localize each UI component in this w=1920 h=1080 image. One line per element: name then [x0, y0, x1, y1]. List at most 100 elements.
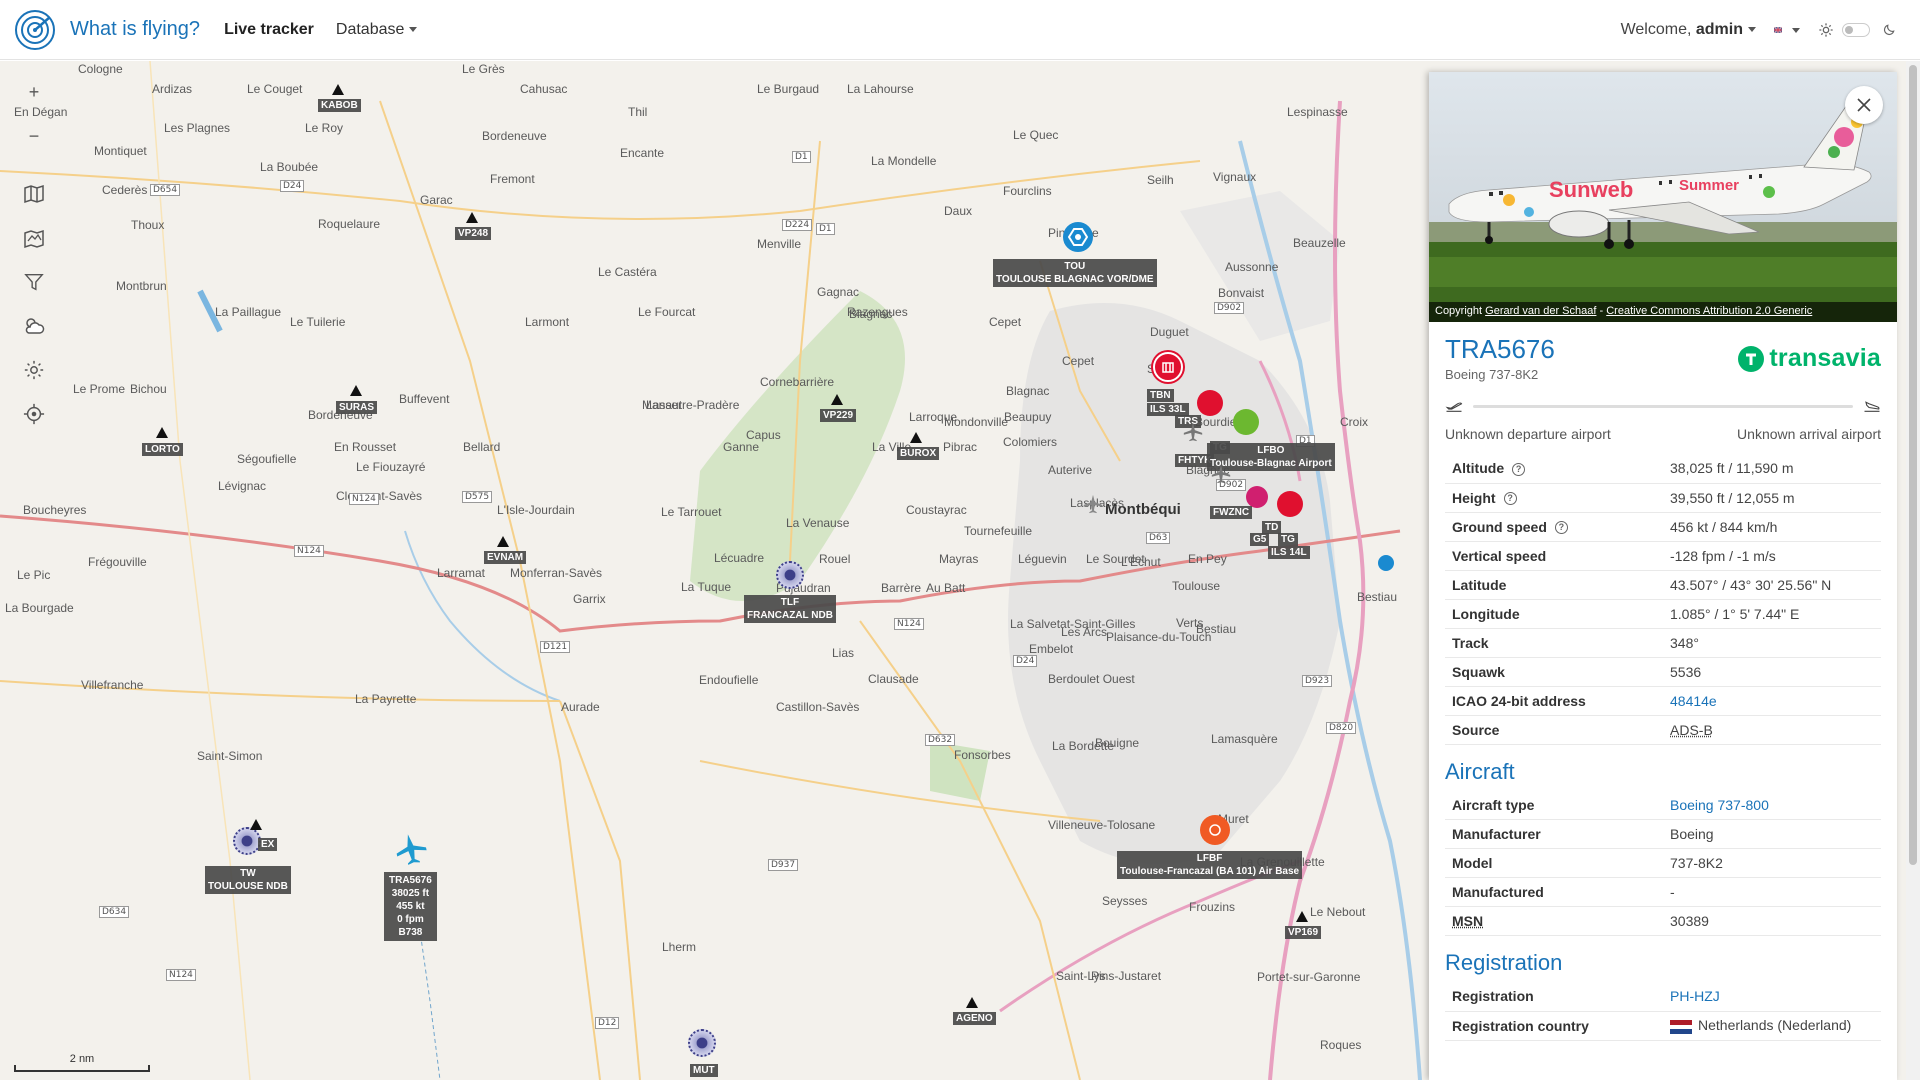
place-label: La Paillague	[215, 305, 282, 319]
place-label: Le Roy	[305, 121, 344, 135]
airbase-marker[interactable]	[1200, 815, 1230, 845]
waypoint-label: EVNAM	[484, 551, 527, 564]
map-settings-button[interactable]	[12, 348, 56, 392]
place-label: Saint-Lys	[1056, 969, 1106, 983]
help-icon[interactable]: ?	[1554, 521, 1568, 535]
icao-address-link[interactable]: 48414e	[1670, 693, 1717, 709]
ndb-marker[interactable]	[233, 827, 261, 855]
waypoint-marker[interactable]	[1296, 911, 1308, 922]
help-icon[interactable]: ?	[1512, 463, 1526, 477]
aircraft-icon[interactable]	[1082, 493, 1104, 515]
copyright-sep: -	[1599, 305, 1604, 317]
place-label: Le Castéra	[598, 265, 657, 279]
place-label: Coustayrac	[906, 503, 967, 517]
weather-button[interactable]	[12, 304, 56, 348]
waypoint-marker[interactable]	[910, 432, 922, 443]
scale-bar	[14, 1065, 150, 1072]
waypoint-marker[interactable]	[966, 997, 978, 1008]
heliport-marker[interactable]	[1233, 409, 1259, 435]
place-label: Menville	[757, 237, 802, 251]
place-label: Toulouse	[1172, 579, 1221, 593]
aircraft-type-link[interactable]: Boeing 737-800	[1670, 797, 1769, 813]
row-key: Vertical speed	[1445, 541, 1663, 571]
place-label: Buffevent	[399, 392, 450, 406]
waypoint-marker[interactable]	[831, 394, 843, 405]
gear-icon[interactable]	[1818, 22, 1834, 38]
help-icon[interactable]: ?	[1503, 492, 1517, 506]
airport-marker[interactable]	[1153, 352, 1183, 382]
table-row: Model 737-8K2	[1445, 848, 1881, 878]
waypoint-marker[interactable]	[332, 84, 344, 95]
place-label: Léguevin	[1018, 552, 1067, 566]
row-key: Height	[1452, 489, 1496, 506]
place-label: La Payrette	[355, 692, 417, 706]
row-key: Squawk	[1445, 657, 1663, 687]
aircraft-photo: Sunweb Summer Copyright Gerard van der S…	[1429, 72, 1897, 322]
aircraft-icon[interactable]	[1182, 421, 1204, 443]
place-label: Le Couget	[247, 82, 303, 96]
waypoint-marker[interactable]	[350, 385, 362, 396]
map-layers-button[interactable]	[12, 172, 56, 216]
place-label: La Tuque	[681, 580, 732, 594]
selected-aircraft-icon[interactable]	[393, 831, 429, 867]
airport-marker[interactable]	[1277, 491, 1303, 517]
aircraft-icon[interactable]	[1210, 463, 1232, 485]
place-label: Beauzelle	[1293, 236, 1346, 250]
place-label: Cepet	[989, 315, 1022, 329]
nav-live-tracker[interactable]: Live tracker	[224, 21, 314, 39]
row-key: Latitude	[1445, 570, 1663, 600]
language-selector[interactable]	[1774, 22, 1800, 39]
runway-marker[interactable]	[1246, 486, 1268, 508]
place-label: Colomiers	[1003, 435, 1058, 449]
row-key: Manufactured	[1445, 877, 1663, 907]
runway-label: G5	[1250, 533, 1270, 546]
dark-mode-toggle[interactable]	[1842, 23, 1870, 37]
waypoint-marker[interactable]	[497, 536, 509, 547]
airport-marker[interactable]	[1197, 390, 1223, 416]
place-label: Bellard	[463, 440, 501, 454]
user-menu-dropdown[interactable]: Welcome, admin	[1621, 21, 1756, 39]
ndb-marker[interactable]	[688, 1029, 716, 1057]
zoom-out-button[interactable]: −	[12, 114, 56, 158]
place-label: Tournefeuille	[964, 524, 1033, 538]
map-relief-button[interactable]	[12, 216, 56, 260]
row-key: Source	[1445, 715, 1663, 745]
row-value: 1.085° / 1° 5' 7.44" E	[1663, 599, 1881, 629]
place-label: Pibrac	[943, 440, 978, 454]
navaid-label: MUT	[690, 1064, 718, 1077]
photo-license-link[interactable]: Creative Commons Attribution 2.0 Generic	[1606, 305, 1812, 317]
location-marker[interactable]	[1378, 555, 1394, 571]
panel-scrollbar[interactable]	[1906, 61, 1920, 1080]
place-label: La Lahourse	[847, 82, 914, 96]
place-label: Le Fourcat	[638, 305, 696, 319]
moon-icon	[1882, 23, 1896, 37]
nav-database-dropdown[interactable]: Database	[336, 21, 418, 39]
photo-author-link[interactable]: Gerard van der Schaaf	[1485, 305, 1596, 317]
place-label: Boucheyres	[23, 503, 87, 517]
map-scale: 2 nm	[14, 1053, 150, 1072]
locate-me-button[interactable]	[12, 392, 56, 436]
locate-icon	[23, 403, 45, 425]
place-label: Aurade	[561, 700, 600, 714]
ndb-marker[interactable]	[776, 561, 804, 589]
vor-dme-marker[interactable]	[1063, 222, 1093, 252]
navbar-right: Welcome, admin	[1621, 0, 1920, 60]
brand-home-link[interactable]: What is flying?	[14, 9, 200, 51]
scrollbar-thumb[interactable]	[1909, 65, 1917, 865]
table-row: Track 348°	[1445, 628, 1881, 658]
waypoint-marker[interactable]	[250, 819, 262, 830]
place-label: Rouel	[819, 552, 851, 566]
registration-link[interactable]: PH-HZJ	[1670, 988, 1720, 1004]
row-value: 737-8K2	[1663, 848, 1881, 878]
row-value: -	[1663, 877, 1881, 907]
waypoint-label: VP248	[455, 227, 492, 240]
waypoint-marker[interactable]	[156, 427, 168, 438]
place-label: Croix	[1340, 415, 1369, 429]
waypoint-marker[interactable]	[466, 212, 478, 223]
zoom-in-button[interactable]: +	[12, 70, 56, 114]
filter-button[interactable]	[12, 260, 56, 304]
place-label: Montiquet	[94, 144, 147, 158]
scale-label: 2 nm	[69, 1053, 95, 1065]
close-panel-button[interactable]	[1845, 86, 1883, 124]
copyright-prefix: Copyright	[1435, 305, 1483, 317]
